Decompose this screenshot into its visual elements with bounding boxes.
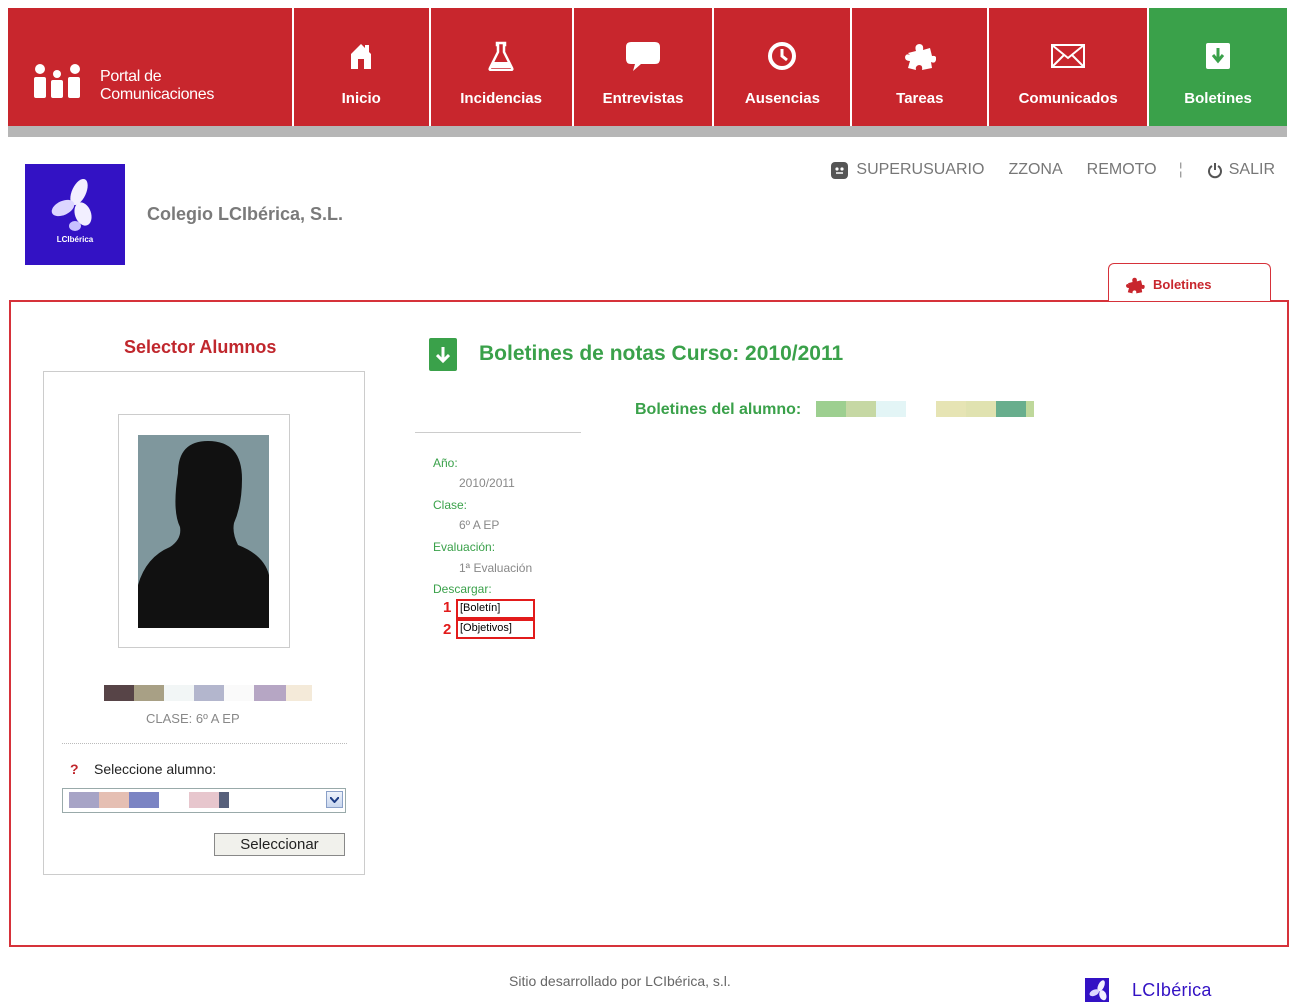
navbar-shadow: [8, 126, 1287, 137]
nav-item-ausencias[interactable]: Ausencias: [714, 8, 853, 126]
tab-boletines[interactable]: Boletines: [1108, 263, 1271, 301]
school-logo-caption: LCIbérica: [56, 235, 94, 244]
student-photo: [138, 435, 269, 628]
footer-brand[interactable]: LCIbérica: [1132, 980, 1212, 1001]
download-icon: [1149, 38, 1287, 74]
evaluation-value: 1ª Evaluación: [459, 561, 533, 575]
user-navigation: SUPERUSUARIO ZZONA REMOTO ¦ SALIR: [831, 161, 1275, 179]
separator: ¦: [1178, 161, 1183, 178]
puzzle-icon: [852, 38, 987, 74]
student-label: Boletines del alumno:: [635, 401, 802, 418]
nav-label: Tareas: [896, 90, 944, 107]
nav-item-boletines[interactable]: Boletines: [1149, 8, 1287, 126]
user-link[interactable]: SUPERUSUARIO: [856, 161, 984, 179]
download-icon: [429, 338, 457, 371]
nav-label: Boletines: [1184, 90, 1252, 107]
year-value: 2010/2011: [459, 476, 515, 490]
user-icon: [831, 161, 849, 179]
footer-text: Sitio desarrollado por LCIbérica, s.l.: [509, 973, 731, 989]
logout-label: SALIR: [1228, 161, 1275, 178]
help-icon: ?: [70, 761, 79, 777]
nav-label: Comunicados: [1018, 90, 1118, 107]
nav-label: Entrevistas: [602, 90, 684, 107]
class-line: CLASE: 6º A EP: [146, 711, 240, 726]
nav-item-incidencias[interactable]: Incidencias: [431, 8, 574, 126]
divider: [415, 432, 581, 433]
power-icon: [1207, 162, 1222, 178]
student-select[interactable]: [62, 788, 346, 813]
flask-icon: [431, 38, 572, 74]
portal-brand[interactable]: Portal de Comunicaciones: [8, 8, 294, 126]
chevron-down-icon[interactable]: [326, 791, 343, 808]
marker-number: 1: [443, 599, 452, 616]
speech-bubble-icon: [574, 38, 713, 74]
top-navigation: Portal de Comunicaciones Inicio Incidenc…: [8, 8, 1287, 126]
nav-item-entrevistas[interactable]: Entrevistas: [574, 8, 715, 126]
school-name: Colegio LCIbérica, S.L.: [147, 204, 344, 224]
home-icon: [294, 38, 429, 74]
brand-line-2: Comunicaciones: [100, 86, 215, 103]
evaluation-label: Evaluación:: [433, 540, 496, 554]
nav-item-tareas[interactable]: Tareas: [852, 8, 990, 126]
selector-title: Selector Alumnos: [124, 337, 277, 357]
nav-item-inicio[interactable]: Inicio: [294, 8, 431, 126]
nav-label: Incidencias: [460, 90, 542, 107]
portal-logo-icon: [34, 64, 80, 98]
brand-line-1: Portal de: [100, 68, 162, 85]
envelope-icon: [989, 38, 1147, 74]
school-logo: LCIbérica: [25, 164, 125, 265]
puzzle-icon: [1126, 277, 1145, 294]
remote-link[interactable]: REMOTO: [1087, 161, 1157, 179]
select-student-label: Seleccione alumno:: [94, 761, 217, 777]
nav-item-comunicados[interactable]: Comunicados: [989, 8, 1150, 126]
clock-icon: [714, 38, 850, 74]
marker-number: 2: [443, 621, 452, 638]
download-boletin-link[interactable]: [Boletín]: [456, 599, 535, 619]
download-objetivos-link[interactable]: [Objetivos]: [456, 619, 535, 639]
divider: [62, 743, 347, 744]
tab-label: Boletines: [1153, 277, 1212, 292]
class-value: 6º A EP: [459, 518, 500, 532]
nav-label: Ausencias: [744, 90, 820, 107]
class-label: Clase:: [433, 498, 468, 512]
logout-link[interactable]: SALIR: [1207, 161, 1275, 179]
flower-logo-icon: [51, 178, 92, 231]
select-student-button[interactable]: Seleccionar: [214, 833, 345, 856]
download-label: Descargar:: [433, 582, 492, 596]
page-title: Boletines de notas Curso: 2010/2011: [479, 342, 844, 365]
year-label: Año:: [433, 456, 458, 470]
zone-link[interactable]: ZZONA: [1008, 161, 1062, 179]
nav-label: Inicio: [341, 90, 381, 107]
footer-logo-icon: [1085, 978, 1109, 1002]
